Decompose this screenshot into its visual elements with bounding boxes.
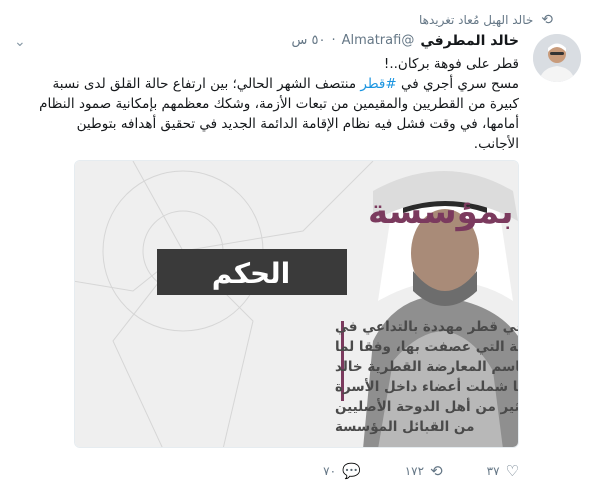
tweet-time[interactable]: ٥٠ س <box>291 32 325 50</box>
tweet[interactable]: ⟲ خالد الهيل مُعاد تغريدها ⌄ خالد المطرف… <box>0 0 593 504</box>
retweet-icon: ⟲ <box>430 462 443 480</box>
retweet-text[interactable]: خالد الهيل مُعاد تغريدها <box>419 13 533 27</box>
tweet-line-2-end: منتصف الشهر الحالي؛ بين ارتفاع حالة القل… <box>52 76 361 92</box>
reply-icon: 💬 <box>342 462 361 480</box>
image-body-line: كشف عنه المتحدث باسم المعارضة القطرية خا… <box>335 359 518 375</box>
tweet-line-1: قطر على فوهة بركان..! <box>383 56 519 72</box>
retweet-button[interactable]: ⟲ ١٧٢ <box>405 462 443 480</box>
image-body-line: من القبائل المؤسسة <box>335 419 474 435</box>
retweet-header: ⟲ خالد الهيل مُعاد تغريدها <box>419 12 553 28</box>
author-handle[interactable]: @Almatrafi <box>342 32 415 50</box>
tweet-header: خالد المطرفي @Almatrafi · ٥٠ س <box>16 32 519 50</box>
reply-count: ٧٠ <box>323 464 337 478</box>
avatar[interactable] <box>533 34 581 82</box>
author-name[interactable]: خالد المطرفي <box>420 32 519 50</box>
like-count: ٣٧ <box>486 464 500 478</box>
infographic: انشقاق بمؤسسة الحكم باتت مؤسسة الحكم في … <box>75 161 518 447</box>
retweet-count: ١٧٢ <box>404 464 425 478</box>
tweet-text: قطر على فوهة بركان..! مسح سري أجري في #ق… <box>16 54 519 154</box>
tweet-line-5: الأجانب. <box>473 136 519 152</box>
like-button[interactable]: ♡ ٣٧ <box>487 462 519 480</box>
retweet-icon: ⟲ <box>541 12 553 28</box>
image-headline: انشقاق بمؤسسة <box>368 192 518 232</box>
tweet-line-2-start: مسح سري أجري في <box>396 76 519 92</box>
image-body-line: باتت مؤسسة الحكم في قطر مهددة بالتداعي ف… <box>335 319 518 335</box>
image-body-line: الهيل، موضحا أنها شملت أعضاء داخل الأسرة <box>335 378 518 395</box>
tweet-actions: ♡ ٣٧ ⟲ ١٧٢ 💬 ٧٠ <box>74 462 519 480</box>
reply-button[interactable]: 💬 ٧٠ <box>323 462 361 480</box>
separator-dot: · <box>331 33 336 48</box>
tweet-line-4: أمامها، في وقت فشل فيه نظام الإقامة الدا… <box>76 116 519 132</box>
image-subheadline: الحكم <box>212 257 291 290</box>
tweet-line-2: مسح سري أجري في #قطر منتصف الشهر الحالي؛… <box>16 74 519 94</box>
tweet-content: خالد المطرفي @Almatrafi · ٥٠ س قطر على ف… <box>16 32 519 154</box>
heart-icon: ♡ <box>505 462 519 480</box>
tweet-line-3: كبيرة من القطريين والمقيمين من تبعات الأ… <box>39 96 519 112</box>
image-body-line: الحاكمة القطرية والكثير من أهل الدوحة ال… <box>335 398 518 415</box>
hashtag-link[interactable]: #قطر <box>360 76 396 92</box>
image-body-line: ظل الانشقاقات الواسعة التي عصفت بها، وفق… <box>335 339 518 355</box>
tweet-image[interactable]: انشقاق بمؤسسة الحكم باتت مؤسسة الحكم في … <box>74 160 519 448</box>
